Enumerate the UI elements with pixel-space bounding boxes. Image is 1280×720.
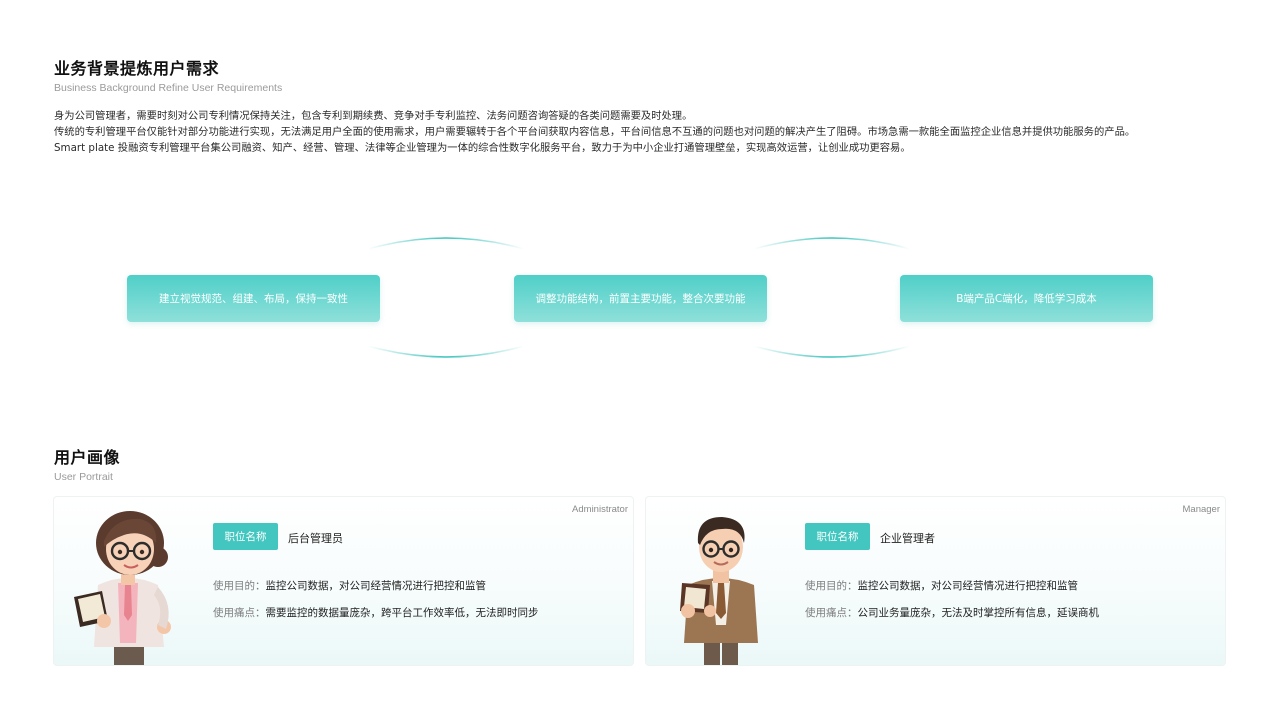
pain-value: 公司业务量庞杂，无法及时掌控所有信息，延误商机	[857, 607, 1100, 619]
persona-role-en: Administrator	[572, 504, 628, 515]
flow-step-2: 调整功能结构，前置主要功能，整合次要功能	[514, 275, 767, 322]
purpose-value: 监控公司数据，对公司经营情况进行把控和监管	[857, 580, 1079, 592]
flow-arc-top-1	[367, 237, 525, 250]
persona-card-administrator: Administrator 职位名称 后台管理员 使用目的：监控公司数据，对公司…	[53, 496, 634, 666]
background-paragraph: Smart plate 投融资专利管理平台集公司融资、知产、经营、管理、法律等企…	[54, 142, 911, 154]
background-paragraph: 身为公司管理者，需要时刻对公司专利情况保持关注，包含专利到期续费、竞争对手专利监…	[54, 110, 693, 122]
portrait-title: 用户画像	[54, 448, 121, 467]
pain-label: 使用痛点：	[213, 607, 266, 619]
background-paragraph: 传统的专利管理平台仅能针对部分功能进行实现，无法满足用户全面的使用需求，用户需要…	[54, 126, 1136, 138]
job-title-tag: 职位名称	[805, 523, 870, 550]
background-title: 业务背景提炼用户需求	[54, 59, 220, 78]
persona-purpose: 使用目的：监控公司数据，对公司经营情况进行把控和监管	[213, 578, 486, 593]
pain-label: 使用痛点：	[805, 607, 858, 619]
flow-step-3: B端产品C端化，降低学习成本	[900, 275, 1153, 322]
persona-role-en: Manager	[1182, 504, 1221, 515]
persona-pain-point: 使用痛点：需要监控的数据量庞杂，跨平台工作效率低，无法即时同步	[213, 605, 539, 620]
purpose-value: 监控公司数据，对公司经营情况进行把控和监管	[265, 580, 487, 592]
female-manager-avatar-icon	[74, 511, 171, 665]
background-subtitle: Business Background Refine User Requirem…	[54, 82, 283, 94]
requirement-flow: 建立视觉规范、组建、布局，保持一致性 调整功能结构，前置主要功能，整合次要功能 …	[0, 225, 1280, 370]
purpose-label: 使用目的：	[213, 580, 266, 592]
flow-arc-bottom-2	[753, 345, 911, 358]
portrait-subtitle: User Portrait	[54, 471, 113, 483]
pain-value: 需要监控的数据量庞杂，跨平台工作效率低，无法即时同步	[265, 607, 539, 619]
flow-arc-top-2	[753, 237, 911, 250]
persona-purpose: 使用目的：监控公司数据，对公司经营情况进行把控和监管	[805, 578, 1078, 593]
flow-step-1: 建立视觉规范、组建、布局，保持一致性	[127, 275, 380, 322]
purpose-label: 使用目的：	[805, 580, 858, 592]
job-title-tag: 职位名称	[213, 523, 278, 550]
persona-pain-point: 使用痛点：公司业务量庞杂，无法及时掌控所有信息，延误商机	[805, 605, 1099, 620]
persona-card-manager: Manager 职位名称 企业管理者 使用目的：监控公司数据，对公司经营情况进行…	[645, 496, 1226, 666]
flow-arc-bottom-1	[367, 345, 525, 358]
male-manager-avatar-icon	[680, 517, 758, 665]
persona-role-name: 企业管理者	[880, 532, 935, 545]
background-description: 身为公司管理者，需要时刻对公司专利情况保持关注，包含专利到期续费、竞争对手专利监…	[54, 108, 1234, 156]
persona-role-name: 后台管理员	[288, 532, 343, 545]
